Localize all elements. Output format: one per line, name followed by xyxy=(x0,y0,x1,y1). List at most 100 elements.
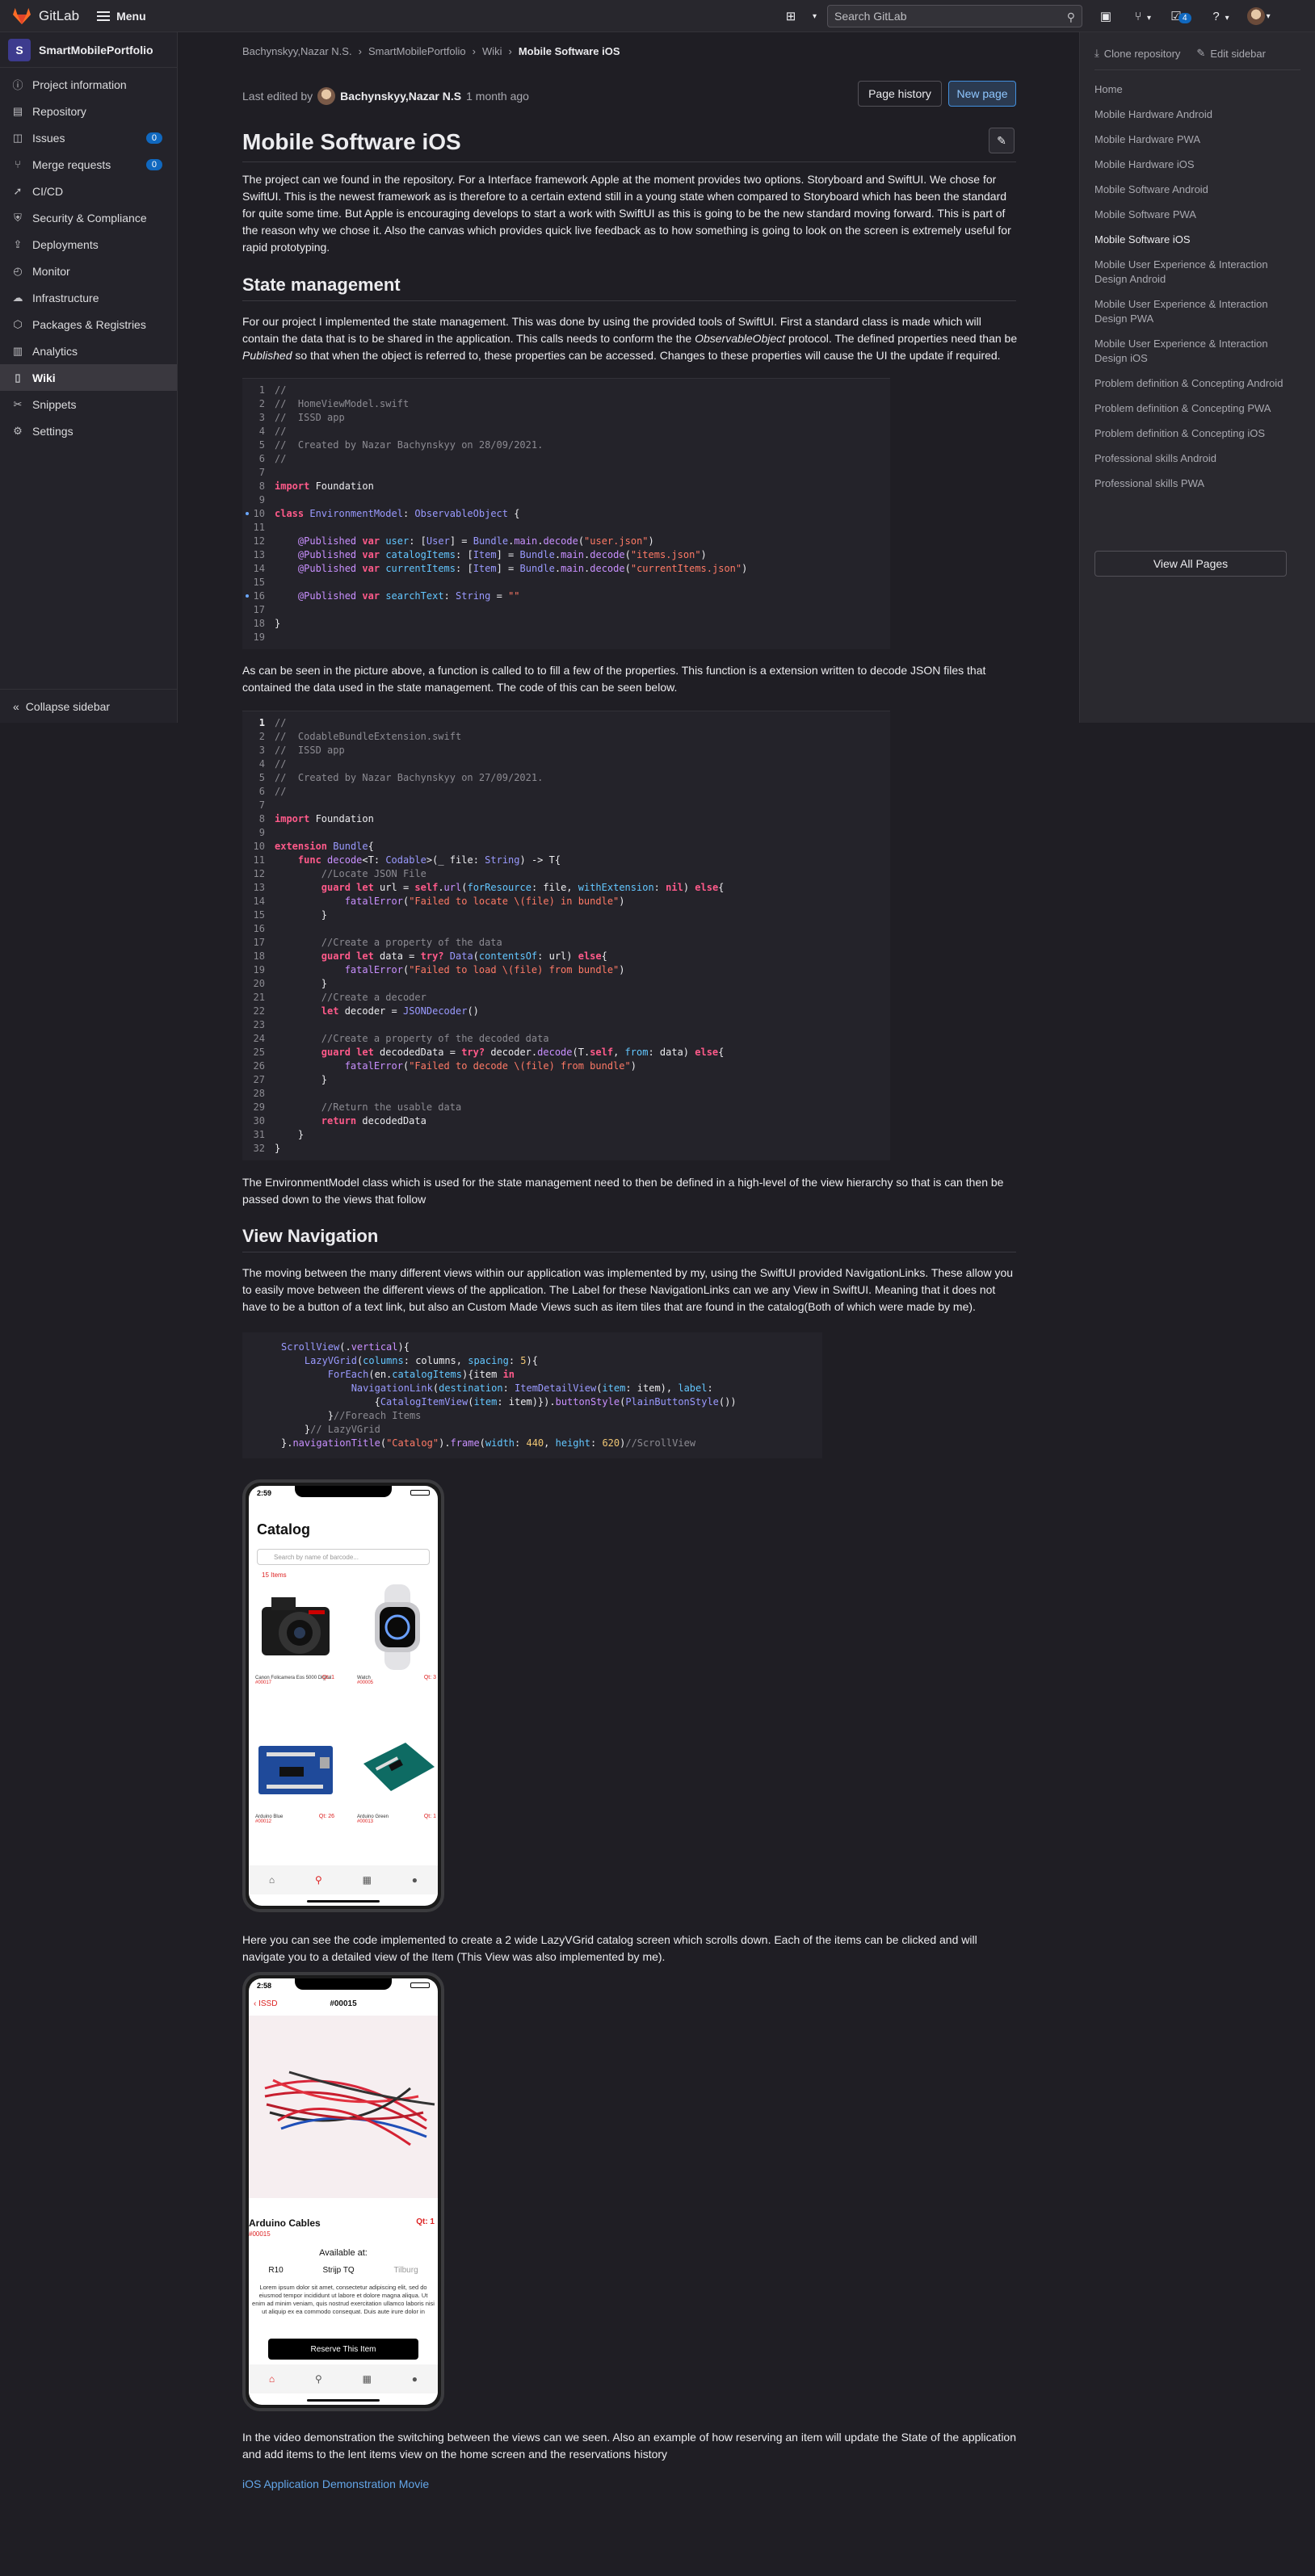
wiki-page-link[interactable]: Mobile User Experience & Interaction Des… xyxy=(1094,258,1301,287)
code-line: 3// ISSD app xyxy=(258,745,345,756)
wiki-page-link[interactable]: Mobile Hardware Android xyxy=(1094,107,1301,122)
catalog-tile: Arduino Green #00013 Qt: 1 xyxy=(357,1722,438,1824)
wiki-page-link[interactable]: Mobile User Experience & Interaction Des… xyxy=(1094,297,1301,326)
code-line: 13 guard let url = self.url(forResource:… xyxy=(253,882,725,893)
issues-count-badge: 0 xyxy=(145,132,162,144)
code-line: 15 } xyxy=(253,909,328,921)
state-paragraph: For our project I implemented the state … xyxy=(242,313,1018,364)
project-header[interactable]: S SmartMobilePortfolio xyxy=(0,32,177,68)
sidebar-item-snippets[interactable]: ✂ Snippets xyxy=(0,391,177,417)
view-all-pages-button[interactable]: View All Pages xyxy=(1094,551,1287,577)
sidebar-item-cicd[interactable]: ➚ CI/CD xyxy=(0,178,177,204)
sidebar-item-label: Packages & Registries xyxy=(32,317,146,331)
chevron-right-icon: › xyxy=(358,45,362,57)
detail-item-id: #00015 xyxy=(249,2230,271,2238)
edit-sidebar-link[interactable]: ✎ Edit sidebar xyxy=(1196,47,1266,60)
code-line: 10 extension Bundle{ xyxy=(253,841,374,852)
menu-button[interactable]: Menu xyxy=(97,10,146,23)
wiki-page-link[interactable]: Professional skills Android xyxy=(1094,451,1301,466)
issues-icon[interactable]: ▣ xyxy=(1099,9,1113,23)
sidebar-item-infrastructure[interactable]: ☁ Infrastructure xyxy=(0,284,177,311)
menu-label: Menu xyxy=(116,9,146,23)
phone-notch xyxy=(295,1486,392,1497)
edit-page-button[interactable]: ✎ xyxy=(989,128,1015,153)
code-line: 9 xyxy=(258,494,265,506)
gear-icon: ⚙ xyxy=(13,424,23,437)
page-history-button[interactable]: Page history xyxy=(858,81,942,107)
new-page-button[interactable]: New page xyxy=(948,81,1016,107)
code-line: 14 fatalError("Failed to locate \(file) … xyxy=(253,896,625,907)
sidebar-item-merge-requests[interactable]: ⑂ Merge requests 0 xyxy=(0,151,177,178)
hamburger-icon xyxy=(97,10,111,21)
code-line: 3// ISSD app xyxy=(258,412,345,423)
wiki-page-link[interactable]: Professional skills PWA xyxy=(1094,476,1301,491)
catalog-tile: Watch #00005 Qt: 3 xyxy=(357,1583,438,1685)
sidebar-item-packages[interactable]: ⬡ Packages & Registries xyxy=(0,311,177,338)
sidebar-item-project-information[interactable]: ⓘ Project information xyxy=(0,71,177,98)
wiki-page-link[interactable]: Problem definition & Concepting Android xyxy=(1094,376,1301,391)
merge-requests-dropdown[interactable]: ⑂ ▾ xyxy=(1131,9,1151,23)
sidebar-item-analytics[interactable]: ▥ Analytics xyxy=(0,338,177,364)
avatar[interactable] xyxy=(317,87,336,105)
sidebar-item-monitor[interactable]: ◴ Monitor xyxy=(0,258,177,284)
breadcrumb-item[interactable]: Wiki xyxy=(482,45,502,57)
wiki-page-link-active[interactable]: Mobile Software iOS xyxy=(1094,233,1301,247)
sidebar-item-repository[interactable]: ▤ Repository xyxy=(0,98,177,124)
status-time: 2:59 xyxy=(257,1489,272,1497)
collapse-sidebar-button[interactable]: « Collapse sidebar xyxy=(0,689,177,723)
cloud-icon: ☁ xyxy=(12,291,23,304)
create-new-dropdown[interactable]: ⊞ ▾ xyxy=(784,0,817,32)
sidebar-item-deployments[interactable]: ⇪ Deployments xyxy=(0,231,177,258)
sidebar-item-label: Deployments xyxy=(32,237,99,251)
wiki-page-link[interactable]: Home xyxy=(1094,82,1301,97)
sidebar-item-security[interactable]: ⛨ Security & Compliance xyxy=(0,204,177,231)
code-line: 8 import Foundation xyxy=(258,813,374,824)
breadcrumb-item[interactable]: SmartMobilePortfolio xyxy=(368,45,466,57)
wiki-page-link[interactable]: Problem definition & Concepting iOS xyxy=(1094,426,1301,441)
detail-item-name: Arduino Cables xyxy=(249,2217,321,2229)
code-block-navigation: ScrollView(.vertical){ LazyVGrid(columns… xyxy=(242,1332,822,1458)
pencil-icon: ✎ xyxy=(997,133,1006,147)
locations: R10 Strijp TQ Tilburg xyxy=(249,2266,438,2275)
wiki-page-link[interactable]: Mobile Software Android xyxy=(1094,183,1301,197)
wiki-page-link[interactable]: Mobile Software PWA xyxy=(1094,208,1301,222)
catalog-tile: Arduino Blue #00012 Qt: 26 xyxy=(255,1722,336,1824)
sidebar-item-issues[interactable]: ◫ Issues 0 xyxy=(0,124,177,151)
sidebar-item-label: Project information xyxy=(32,78,127,91)
clone-repository-link[interactable]: ⤓ Clone repository xyxy=(1094,47,1180,60)
video-link[interactable]: iOS Application Demonstration Movie xyxy=(242,2477,429,2490)
breadcrumb-item[interactable]: Bachynskyy,Nazar N.S. xyxy=(242,45,352,57)
sidebar-item-settings[interactable]: ⚙ Settings xyxy=(0,417,177,444)
avatar xyxy=(1246,7,1265,25)
sidebar-item-wiki[interactable]: ▯ Wiki xyxy=(0,364,177,391)
wiki-page-link[interactable]: Mobile Hardware PWA xyxy=(1094,132,1301,147)
intro-paragraph: The project can we found in the reposito… xyxy=(242,173,1011,254)
code-line: }// LazyVGrid xyxy=(281,1424,380,1435)
code-line: 8 import Foundation xyxy=(258,480,374,492)
code-line: 11 func decode<T: Codable>(_ file: Strin… xyxy=(253,854,561,866)
sidebar-item-label: Infrastructure xyxy=(32,291,99,304)
code-line: 11 xyxy=(253,522,265,533)
tile-qty: Qt: 3 xyxy=(423,1675,436,1680)
tile-id: #00005 xyxy=(357,1680,374,1685)
wiki-page-link[interactable]: Problem definition & Concepting PWA xyxy=(1094,401,1301,416)
tile-id: #00012 xyxy=(255,1819,272,1824)
search-input[interactable]: Search GitLab ⚲ xyxy=(827,5,1082,27)
package-icon: ⬡ xyxy=(13,317,23,330)
gitlab-home-link[interactable]: GitLab xyxy=(11,7,79,25)
available-label: Available at: xyxy=(319,2248,368,2258)
map-tab-icon: ▦ xyxy=(362,2373,372,2385)
reserve-item-button: Reserve This Item xyxy=(268,2339,418,2360)
wiki-page-link[interactable]: Mobile Hardware iOS xyxy=(1094,157,1301,172)
wiki-page-link[interactable]: Mobile User Experience & Interaction Des… xyxy=(1094,337,1301,366)
sidebar-item-label: Settings xyxy=(32,424,74,438)
last-edited-author[interactable]: Bachynskyy,Nazar N.S xyxy=(340,90,461,103)
detail-item-qty: Qt: 1 xyxy=(416,2217,435,2226)
user-menu[interactable]: ▾ xyxy=(1246,7,1271,25)
todos-button[interactable]: ☑4 xyxy=(1169,9,1191,23)
code-line: 15 xyxy=(253,577,265,588)
left-sidebar: S SmartMobilePortfolio ⓘ Project informat… xyxy=(0,32,178,723)
help-dropdown[interactable]: ? ▾ xyxy=(1209,9,1229,23)
breadcrumb-current: Mobile Software iOS xyxy=(518,45,620,57)
home-indicator xyxy=(307,1900,380,1903)
